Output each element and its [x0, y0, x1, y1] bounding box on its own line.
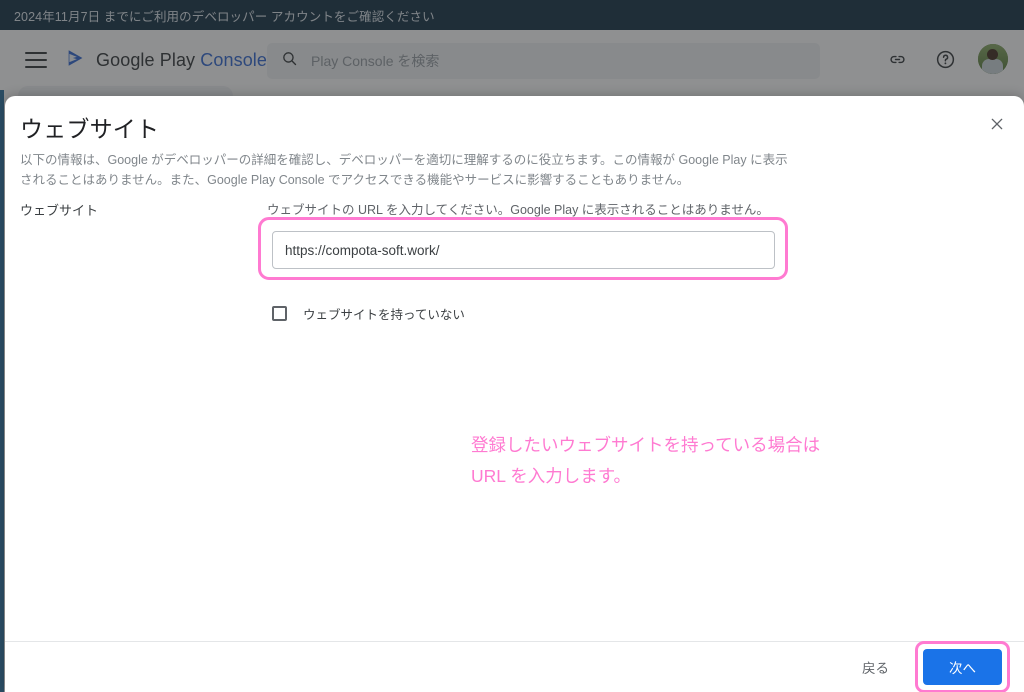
dialog-description: 以下の情報は、Google がデベロッパーの詳細を確認し、デベロッパーを適切に理…: [20, 153, 788, 188]
website-dialog: ウェブサイト 以下の情報は、Google がデベロッパーの詳細を確認し、デベロッ…: [5, 96, 1024, 692]
no-website-checkbox-label: ウェブサイトを持っていない: [303, 308, 465, 322]
left-edge-strip: [0, 90, 4, 692]
next-button[interactable]: 次へ: [923, 649, 1002, 685]
website-url-input[interactable]: [272, 231, 775, 269]
website-field-hint: ウェブサイトの URL を入力してください。Google Play に表示される…: [267, 203, 769, 217]
screen-root: 2024年11月7日 までにご利用のデベロッパー アカウントをご確認ください G…: [0, 0, 1024, 692]
website-field-label: ウェブサイト: [20, 203, 99, 218]
annotation-callout-text: 登録したいウェブサイトを持っている場合は URL を入力します。: [471, 435, 821, 487]
annotation-ring-next-button: 次へ: [915, 641, 1010, 692]
no-website-checkbox[interactable]: [272, 306, 287, 321]
dialog-footer: 戻る 次へ: [5, 641, 1024, 692]
close-icon[interactable]: [983, 110, 1011, 138]
page-title: ウェブサイト: [20, 116, 160, 142]
no-website-checkbox-row[interactable]: ウェブサイトを持っていない: [272, 304, 465, 323]
back-button[interactable]: 戻る: [850, 649, 901, 685]
